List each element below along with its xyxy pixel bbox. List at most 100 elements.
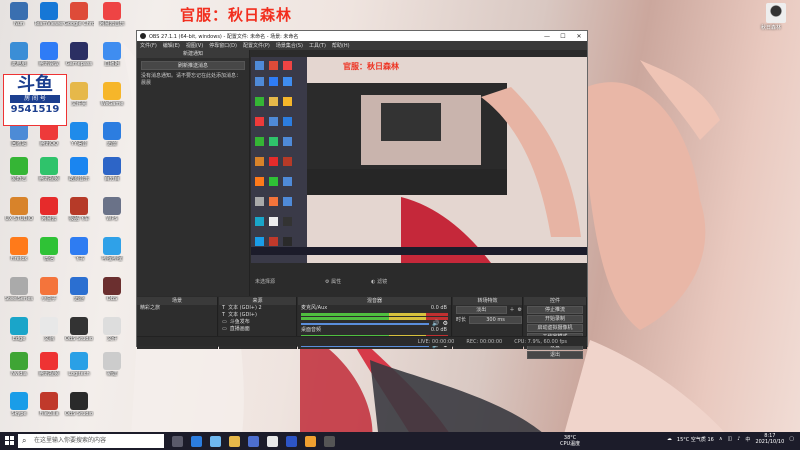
avatar-label: 秋日森林: [761, 25, 782, 31]
desktop-icon[interactable]: FileZilla: [34, 392, 64, 417]
desktop-icon[interactable]: 迅游: [64, 277, 94, 302]
desktop-icon[interactable]: 新建: [97, 352, 127, 377]
desktop-icon[interactable]: Logitech: [64, 352, 94, 377]
menu-item[interactable]: 配置文件(P): [243, 42, 270, 49]
desktop-icon[interactable]: SteelSeries: [4, 277, 34, 302]
taskbar-app-icon[interactable]: [248, 435, 259, 447]
desktop-icon[interactable]: 文件夹: [64, 82, 94, 107]
desktop-icon[interactable]: 微信: [34, 237, 64, 262]
desktop-icon[interactable]: Nvidia: [4, 352, 34, 377]
taskbar-app-icon[interactable]: [191, 435, 202, 447]
app-icon: [40, 2, 58, 20]
desktop-icon[interactable]: 飞书: [64, 237, 94, 262]
menu-item[interactable]: 停靠窗口(D): [209, 42, 237, 49]
app-icon: [70, 122, 88, 140]
desktop-icon[interactable]: 网易云音乐: [97, 2, 127, 27]
desktop-icon[interactable]: OBS Studio: [64, 317, 94, 342]
taskbar-app-icon[interactable]: [286, 435, 297, 447]
source-item[interactable]: T 文本 (GDI+) 2: [219, 305, 296, 312]
desktop-icon[interactable]: 文件: [97, 317, 127, 342]
source-item[interactable]: T 文本 (GDI+): [219, 312, 296, 319]
obs-titlebar[interactable]: OBS 27.1.1 (64-bit, windows) - 配置文件: 未命名…: [137, 31, 587, 41]
menu-item[interactable]: 场景集合(S): [276, 42, 303, 49]
taskbar-app-icon[interactable]: [305, 435, 316, 447]
obs-preview[interactable]: 官服：秋日森林: [251, 57, 587, 263]
volume-slider[interactable]: [301, 322, 430, 325]
taskbar: 在这里输入你要搜索的内容 38°C CPU温度 ☁ 15°C 空气质 16 ∧ …: [0, 432, 800, 450]
close-button[interactable]: ✕: [571, 33, 587, 40]
weather-text[interactable]: 15°C 空气质 16: [677, 436, 714, 443]
control-button[interactable]: 退出: [527, 351, 583, 359]
taskbar-app-icon[interactable]: [172, 435, 183, 447]
filters-button[interactable]: ◐ 滤镜: [371, 278, 387, 285]
desktop-icon[interactable]: OBS Studio: [64, 392, 94, 417]
menu-item[interactable]: 视图(V): [186, 42, 203, 49]
desktop-icon[interactable]: Skype: [4, 392, 34, 417]
desktop-icon[interactable]: WPS: [97, 197, 127, 222]
app-icon: [103, 277, 121, 295]
desktop-icon[interactable]: TeamViewer: [34, 2, 64, 27]
control-button[interactable]: 启动虚拟摄像机: [527, 324, 583, 332]
desktop-icon[interactable]: 此电脑: [4, 42, 34, 67]
user-avatar[interactable]: [766, 3, 786, 23]
cloud-icon[interactable]: ☁: [667, 436, 672, 442]
duration-input[interactable]: 300 ms: [469, 316, 522, 324]
input-language[interactable]: 中: [745, 436, 750, 443]
desktop-icon[interactable]: 迅雷: [97, 122, 127, 147]
gear-icon[interactable]: ⚙: [443, 320, 448, 327]
desktop-icon[interactable]: 酷狗音乐: [64, 157, 94, 182]
desktop-icon[interactable]: WeGame: [97, 82, 127, 107]
desktop-icon[interactable]: Nun: [4, 2, 34, 27]
taskbar-app-icon[interactable]: [267, 435, 278, 447]
menu-item[interactable]: 文件(F): [140, 42, 157, 49]
desktop-icon[interactable]: 极品飞车: [64, 197, 94, 222]
desktop-icon[interactable]: YY语音: [64, 122, 94, 147]
properties-button[interactable]: ⚙ 属性: [325, 278, 341, 285]
taskbar-app-icon[interactable]: [324, 435, 335, 447]
desktop-icon[interactable]: Edge: [4, 317, 34, 342]
taskbar-app-icon[interactable]: [210, 435, 221, 447]
app-icon: [103, 157, 121, 175]
desktop-icon[interactable]: 腾讯会议: [34, 42, 64, 67]
obs-window[interactable]: OBS 27.1.1 (64-bit, windows) - 配置文件: 未命名…: [136, 30, 588, 359]
scene-item[interactable]: 精彩之旅: [137, 305, 217, 312]
network-icon[interactable]: ◫: [727, 436, 732, 442]
desktop-icon[interactable]: 腾讯视频: [34, 352, 64, 377]
desktop-icon[interactable]: 直播姬: [97, 42, 127, 67]
control-button[interactable]: 开始录制: [527, 315, 583, 323]
desktop-icon[interactable]: 哔哩哔哩: [97, 237, 127, 262]
gear-icon[interactable]: ⚙: [518, 307, 522, 314]
menu-item[interactable]: 工具(T): [309, 42, 326, 49]
desktop-icon[interactable]: Google Chrome: [64, 2, 94, 27]
obs-statusbar: LIVE: 00:00:00 REC: 00:00:00 CPU: 7.9%, …: [137, 336, 587, 346]
refresh-notification-button[interactable]: 刷新推送消息: [141, 61, 245, 70]
desktop-icon[interactable]: 网易云: [34, 197, 64, 222]
menu-item[interactable]: 编辑(E): [163, 42, 180, 49]
source-item[interactable]: ▭ 直播画面: [219, 326, 296, 333]
taskbar-search-input[interactable]: 在这里输入你要搜索的内容: [18, 434, 164, 448]
source-item[interactable]: ▭ 斗鱼发布: [219, 319, 296, 326]
notification-icon[interactable]: ▢: [789, 436, 794, 442]
desktop-icon[interactable]: Firefox: [4, 237, 34, 262]
add-icon[interactable]: ＋: [510, 307, 515, 314]
live-status: LIVE: 00:00:00: [417, 338, 455, 345]
transition-select[interactable]: 淡出: [456, 306, 507, 314]
desktop-icon[interactable]: Gamepass: [64, 42, 94, 67]
desktop-icon[interactable]: 腾讯视频: [34, 157, 64, 182]
desktop-icon[interactable]: 文档: [34, 317, 64, 342]
desktop-icon[interactable]: 爱奇艺: [4, 157, 34, 182]
desktop-icon[interactable]: 百分百: [97, 157, 127, 182]
clock[interactable]: 8:17 2021/10/10: [755, 433, 784, 445]
chevron-up-icon[interactable]: ∧: [719, 436, 723, 442]
menu-item[interactable]: 帮助(H): [332, 42, 350, 49]
taskbar-app-icon[interactable]: [229, 435, 240, 447]
windows-start-icon[interactable]: [5, 436, 14, 445]
desktop-icon[interactable]: 小盒子: [34, 277, 64, 302]
control-button[interactable]: 停止推流: [527, 306, 583, 314]
volume-icon[interactable]: ♪: [737, 436, 740, 442]
maximize-button[interactable]: ☐: [555, 33, 571, 40]
desktop-icon[interactable]: UX STUDIO: [4, 197, 34, 222]
minimize-button[interactable]: —: [539, 33, 555, 40]
speaker-icon[interactable]: 🔊: [432, 320, 439, 327]
desktop-icon[interactable]: OBS: [97, 277, 127, 302]
